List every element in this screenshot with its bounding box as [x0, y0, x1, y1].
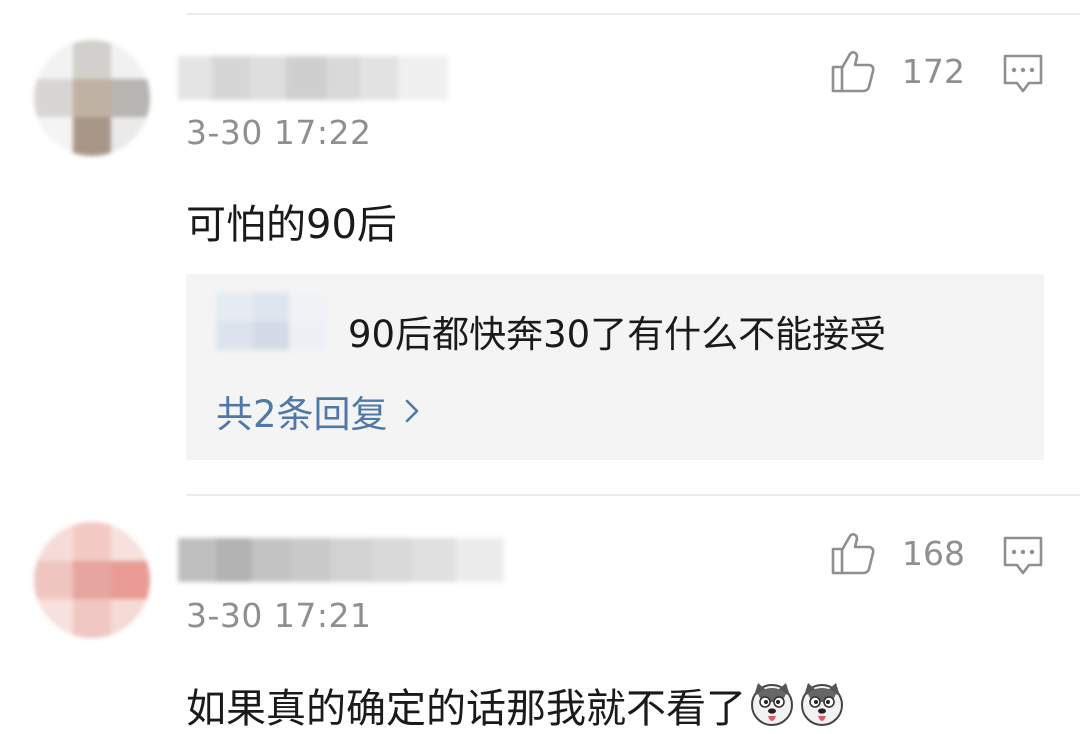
view-replies-link[interactable]: 共2条回复 — [216, 384, 422, 438]
avatar[interactable] — [34, 522, 150, 638]
divider — [186, 13, 1080, 15]
comment-icon — [1003, 54, 1043, 93]
comment-list: 3-30 17:22 172 可怕的90后 90后都快奔30了有什么不能接受 共… — [0, 0, 1080, 734]
reply-username-blurred[interactable] — [216, 292, 326, 350]
username-blurred[interactable] — [178, 56, 448, 100]
comment-icon — [1003, 536, 1043, 575]
like-button[interactable]: 172 — [830, 46, 965, 96]
husky-emoji-icon — [801, 683, 843, 726]
like-count: 172 — [902, 51, 965, 91]
chevron-right-icon — [405, 399, 418, 423]
username-blurred[interactable] — [178, 538, 504, 582]
reply-button[interactable] — [1002, 52, 1044, 96]
like-count: 168 — [902, 533, 965, 573]
comment-text: 如果真的确定的话那我就不看了 — [186, 686, 746, 732]
thumbs-up-icon — [831, 533, 875, 575]
divider — [186, 494, 1080, 496]
comment-timestamp: 3-30 17:22 — [186, 113, 372, 152]
thumbs-up-icon — [831, 51, 875, 93]
husky-emoji-icon — [751, 683, 793, 726]
comment-text-line: 如果真的确定的话那我就不看了 — [186, 676, 846, 734]
reply-preview[interactable]: 90后都快奔30了有什么不能接受 共2条回复 — [186, 274, 1044, 460]
comment-text: 可怕的90后 — [186, 202, 397, 248]
view-replies-label: 共2条回复 — [216, 393, 388, 436]
comment-timestamp: 3-30 17:21 — [186, 596, 372, 635]
reply-text: 90后都快奔30了有什么不能接受 — [348, 313, 887, 356]
reply-button[interactable] — [1002, 534, 1044, 578]
like-button[interactable]: 168 — [830, 528, 965, 578]
avatar[interactable] — [34, 40, 150, 156]
